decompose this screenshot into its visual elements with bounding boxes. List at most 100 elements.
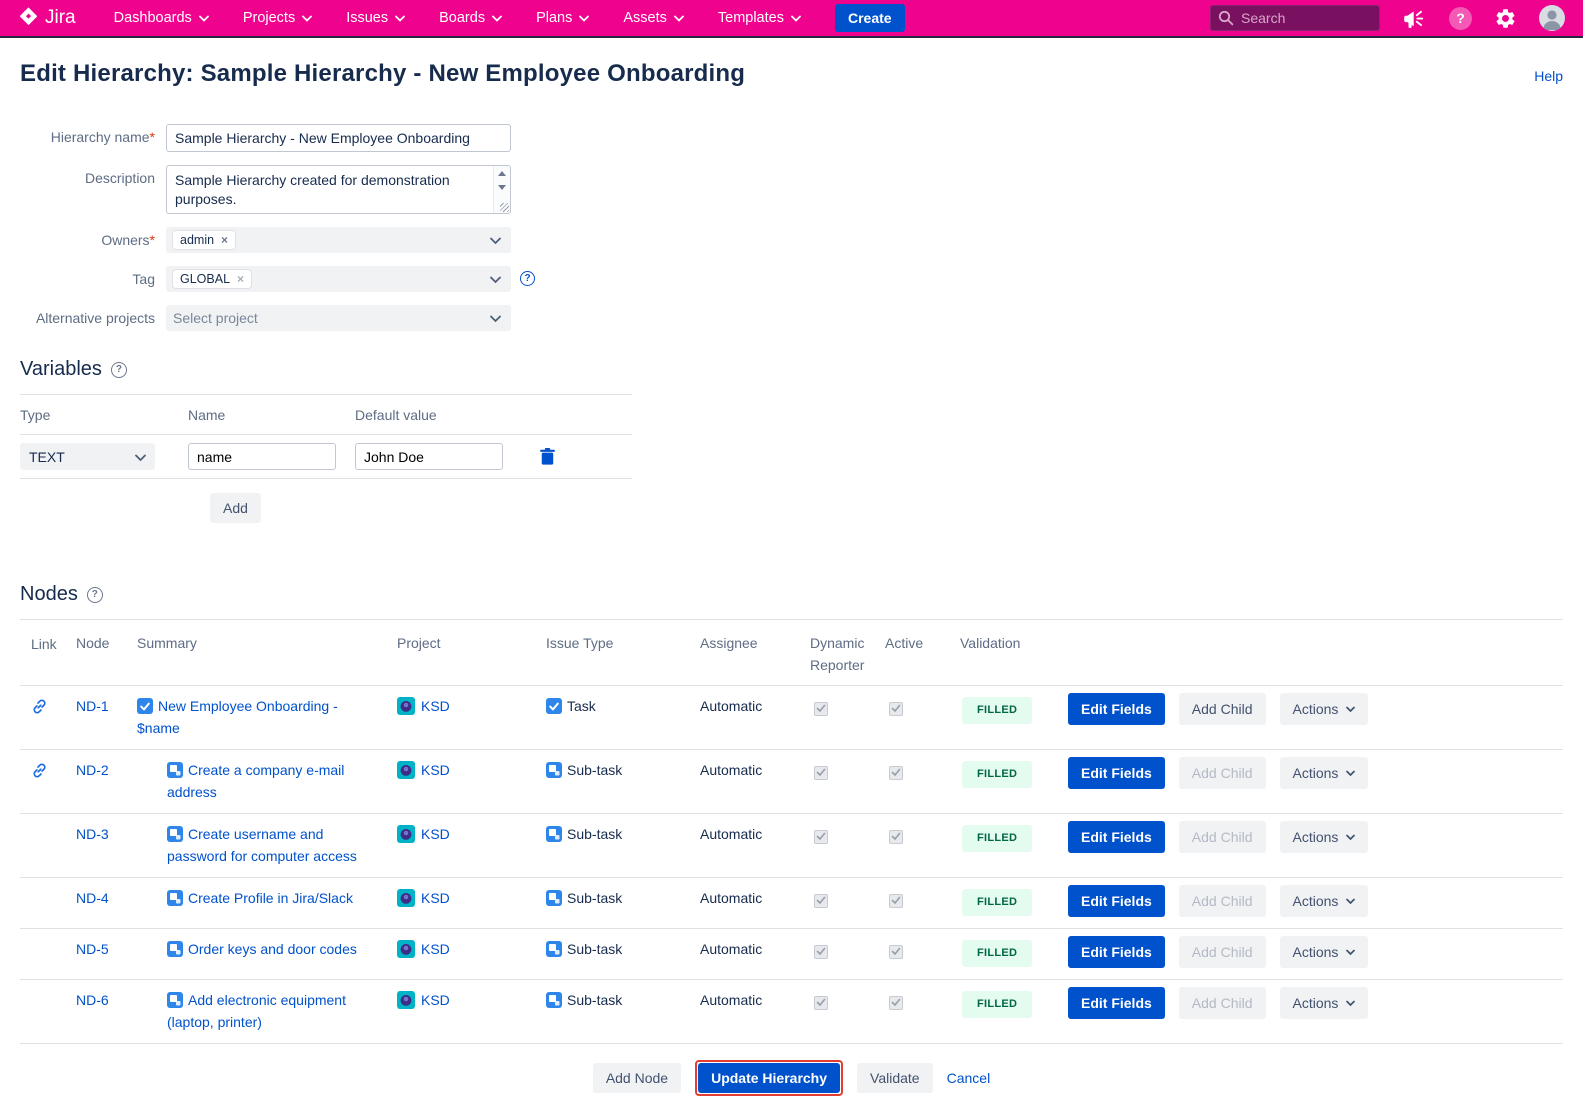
validation-badge: FILLED (962, 889, 1032, 916)
user-avatar[interactable] (1539, 5, 1565, 31)
node-id-link[interactable]: ND-2 (76, 762, 109, 778)
delete-variable-trash-icon[interactable] (540, 448, 632, 465)
node-summary-link[interactable]: Create a company e-mail address (167, 762, 344, 800)
active-checkbox (889, 945, 903, 959)
node-id-link[interactable]: ND-5 (76, 941, 109, 957)
tag-help-icon[interactable] (520, 271, 535, 286)
update-hierarchy-button[interactable]: Update Hierarchy (698, 1063, 840, 1093)
project-link[interactable]: KSD (421, 698, 450, 714)
variable-name-input[interactable] (188, 443, 336, 470)
actions-button[interactable]: Actions (1280, 693, 1369, 725)
project-link[interactable]: KSD (421, 890, 450, 906)
remove-tag-icon[interactable] (237, 273, 244, 285)
help-link[interactable]: Help (1534, 68, 1563, 84)
edit-fields-button[interactable]: Edit Fields (1068, 936, 1165, 968)
search-input[interactable] (1210, 5, 1380, 31)
gear-icon[interactable] (1494, 7, 1517, 30)
actions-button[interactable]: Actions (1280, 987, 1369, 1019)
chevron-down-icon (1346, 949, 1355, 956)
cancel-link[interactable]: Cancel (947, 1070, 991, 1086)
add-child-button[interactable]: Add Child (1179, 693, 1266, 725)
assignee-label: Automatic (700, 825, 810, 844)
node-summary-link[interactable]: New Employee Onboarding - $name (137, 698, 338, 736)
nodes-col-validation: Validation (960, 632, 1068, 654)
nodes-help-icon[interactable] (87, 587, 103, 603)
issue-type-label: Sub-task (567, 992, 622, 1008)
actions-button[interactable]: Actions (1280, 885, 1369, 917)
issue-type-label: Sub-task (567, 762, 622, 778)
chevron-down-icon (490, 232, 501, 248)
edit-fields-button[interactable]: Edit Fields (1068, 885, 1165, 917)
description-textarea[interactable]: Sample Hierarchy created for demonstrati… (166, 165, 511, 214)
owners-select[interactable]: admin (166, 227, 511, 253)
actions-button[interactable]: Actions (1280, 757, 1369, 789)
project-avatar-icon (397, 825, 415, 848)
node-summary-link[interactable]: Create username and password for compute… (167, 826, 357, 864)
variables-section: Variables Type Name Default value TEXT (20, 358, 1563, 523)
nav-item-projects[interactable]: Projects (243, 10, 312, 26)
link-icon[interactable] (31, 702, 48, 718)
node-summary-link[interactable]: Order keys and door codes (188, 941, 357, 957)
add-node-button[interactable]: Add Node (593, 1063, 681, 1093)
nodes-col-node: Node (76, 632, 137, 654)
help-icon[interactable] (1449, 7, 1472, 30)
nav-item-assets[interactable]: Assets (623, 10, 684, 26)
chevron-down-icon (1346, 834, 1355, 841)
chevron-down-icon (302, 15, 312, 22)
search-box (1210, 5, 1380, 31)
assignee-label: Automatic (700, 761, 810, 780)
nav-item-boards[interactable]: Boards (439, 10, 502, 26)
edit-fields-button[interactable]: Edit Fields (1068, 693, 1165, 725)
chevron-down-icon (492, 15, 502, 22)
task-icon (546, 698, 562, 719)
variable-type-select[interactable]: TEXT (20, 443, 155, 470)
nav-item-issues[interactable]: Issues (346, 10, 405, 26)
dynamic-reporter-checkbox (814, 766, 828, 780)
project-link[interactable]: KSD (421, 941, 450, 957)
subtask-icon (167, 762, 183, 783)
node-id-link[interactable]: ND-3 (76, 826, 109, 842)
nodes-title: Nodes (20, 583, 78, 606)
node-summary-link[interactable]: Create Profile in Jira/Slack (188, 890, 353, 906)
node-summary-link[interactable]: Add electronic equipment (laptop, printe… (167, 992, 346, 1030)
add-variable-button[interactable]: Add (210, 493, 261, 523)
chevron-down-icon (199, 15, 209, 22)
node-id-link[interactable]: ND-1 (76, 698, 109, 714)
nav-item-plans[interactable]: Plans (536, 10, 589, 26)
link-icon[interactable] (31, 766, 48, 782)
project-link[interactable]: KSD (421, 762, 450, 778)
dynamic-reporter-checkbox (814, 830, 828, 844)
nodes-col-issue-type: Issue Type (546, 632, 700, 654)
variable-default-input[interactable] (355, 443, 503, 470)
actions-button[interactable]: Actions (1280, 936, 1369, 968)
create-button[interactable]: Create (835, 4, 905, 32)
alternative-projects-select[interactable]: Select project (166, 305, 511, 331)
edit-fields-button[interactable]: Edit Fields (1068, 757, 1165, 789)
scroll-down-icon[interactable] (498, 185, 506, 190)
subtask-icon (167, 890, 183, 911)
nodes-col-project: Project (397, 632, 546, 654)
project-link[interactable]: KSD (421, 992, 450, 1008)
nav-item-templates[interactable]: Templates (718, 10, 801, 26)
tag-chip: GLOBAL (173, 270, 251, 288)
nav-item-dashboards[interactable]: Dashboards (114, 10, 209, 26)
remove-owner-icon[interactable] (221, 234, 228, 246)
hierarchy-name-input[interactable] (166, 124, 511, 152)
edit-fields-button[interactable]: Edit Fields (1068, 987, 1165, 1019)
actions-button[interactable]: Actions (1280, 821, 1369, 853)
jira-logo[interactable]: Jira (18, 6, 76, 30)
tag-select[interactable]: GLOBAL (166, 266, 511, 292)
resize-grip-icon[interactable] (500, 203, 509, 212)
page-title: Edit Hierarchy: Sample Hierarchy - New E… (20, 60, 745, 88)
jira-logo-label: Jira (45, 7, 76, 29)
edit-fields-button[interactable]: Edit Fields (1068, 821, 1165, 853)
project-avatar-icon (397, 761, 415, 784)
node-id-link[interactable]: ND-6 (76, 992, 109, 1008)
validate-button[interactable]: Validate (857, 1063, 933, 1093)
announcements-megaphone-icon[interactable] (1402, 8, 1427, 29)
scroll-up-icon[interactable] (498, 171, 506, 176)
add-child-button: Add Child (1179, 936, 1266, 968)
node-id-link[interactable]: ND-4 (76, 890, 109, 906)
project-link[interactable]: KSD (421, 826, 450, 842)
variables-help-icon[interactable] (111, 362, 127, 378)
